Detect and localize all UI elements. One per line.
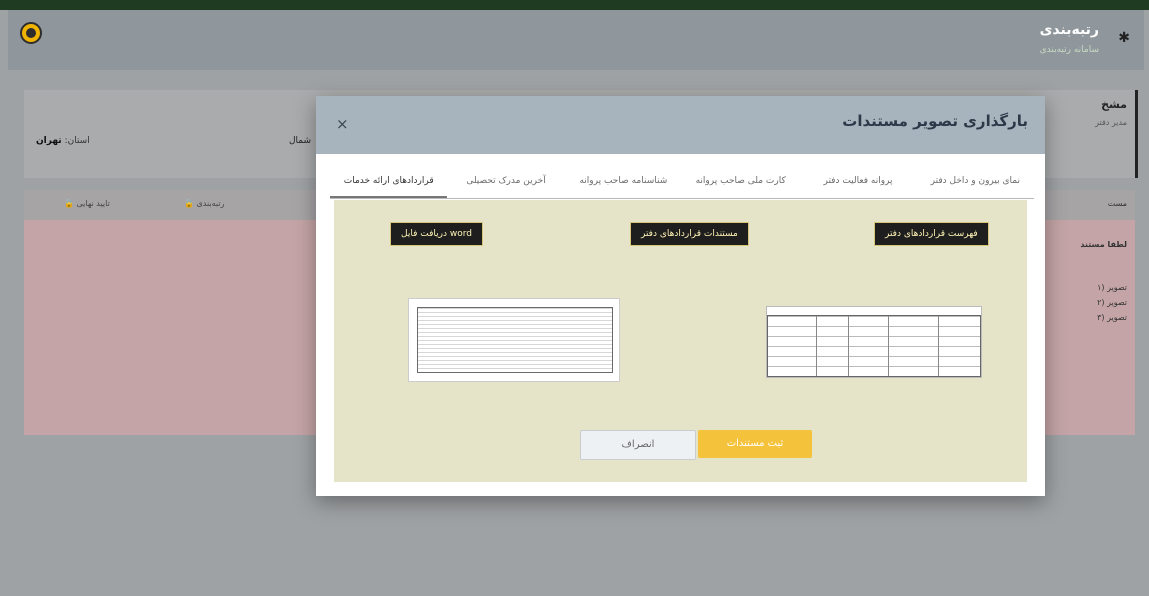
modal-title: بارگذاری تصویر مستندات (842, 112, 1028, 130)
contract-list-image[interactable] (766, 306, 982, 378)
tab-office-exterior[interactable]: نمای بیرون و داخل دفتر (917, 164, 1034, 198)
tab-national-card[interactable]: کارت ملی صاحب پروانه (682, 164, 799, 198)
contract-documents-button[interactable]: مستندات قراردادهای دفتر (630, 222, 749, 246)
submit-documents-button[interactable]: ثبت مستندات (698, 430, 812, 458)
modal-tabs: نمای بیرون و داخل دفتر پروانه فعالیت دفت… (330, 164, 1034, 199)
document-frame (417, 307, 613, 373)
close-icon[interactable]: × (336, 115, 349, 133)
tab-birth-certificate[interactable]: شناسنامه صاحب پروانه (565, 164, 682, 198)
contract-list-button[interactable]: فهرست قراردادهای دفتر (874, 222, 989, 246)
modal-header: بارگذاری تصویر مستندات × (316, 96, 1045, 154)
tab-content: فهرست قراردادهای دفتر مستندات قراردادهای… (334, 200, 1027, 482)
tab-office-license[interactable]: پروانه فعالیت دفتر (799, 164, 916, 198)
table-grid (767, 315, 981, 377)
contract-document-image[interactable] (408, 298, 620, 382)
cancel-button[interactable]: انصراف (580, 430, 696, 460)
tab-service-contracts[interactable]: قراردادهای ارائه خدمات (330, 164, 448, 198)
download-word-button[interactable]: دریافت فایل word (390, 222, 483, 246)
tab-education[interactable]: آخرین مدرک تحصیلی (447, 164, 564, 198)
upload-modal: بارگذاری تصویر مستندات × نمای بیرون و دا… (316, 96, 1045, 496)
